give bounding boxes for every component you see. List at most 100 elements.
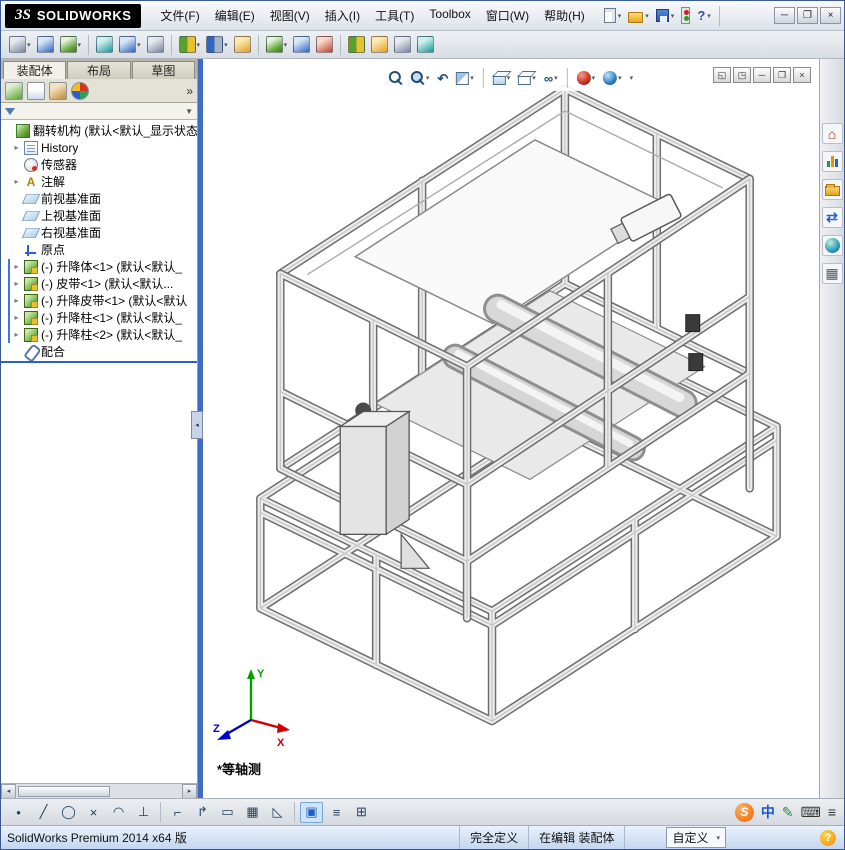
tree-item-origin[interactable]: 原点 <box>1 241 197 258</box>
display-style-button[interactable]: ▾ <box>516 67 538 89</box>
mate-button[interactable] <box>35 34 56 56</box>
splitter-collapse-button[interactable] <box>191 411 203 439</box>
doc-minimize-button[interactable]: ─ <box>753 67 771 83</box>
view-orientation-button[interactable]: ▾ <box>491 67 513 89</box>
ime-menu-icon[interactable]: ≡ <box>828 804 836 820</box>
explode-line-sketch-button[interactable] <box>314 34 335 56</box>
trim-tool[interactable]: × <box>82 802 105 823</box>
filter-dropdown-icon[interactable]: ▼ <box>185 107 193 116</box>
tab-overflow-chevrons[interactable]: » <box>186 84 193 98</box>
tab-assembly[interactable]: 装配体 <box>3 61 67 79</box>
apply-scene-button[interactable]: ▾ <box>601 67 624 89</box>
tree-item-component-lift-body-1[interactable]: (-) 升降体<1> (默认<默认_ <box>1 258 197 275</box>
scroll-left-button[interactable]: ◂ <box>1 783 16 799</box>
new-motion-study-button[interactable] <box>232 34 253 56</box>
expand-arrow-icon[interactable] <box>12 296 21 305</box>
tree-item-mates[interactable]: 配合 <box>1 343 197 360</box>
tile-window-button[interactable]: ◱ <box>713 67 731 83</box>
expand-arrow-icon[interactable] <box>12 313 21 322</box>
expand-arrow-icon[interactable] <box>12 143 21 152</box>
dimxpert-tab-icon[interactable] <box>71 81 89 100</box>
zoom-to-fit-button[interactable] <box>387 67 405 89</box>
save-button[interactable]: ▾ <box>654 5 677 27</box>
solidworks-forum-button[interactable] <box>821 151 843 172</box>
tree-item-history[interactable]: History <box>1 139 197 156</box>
filter-funnel-icon[interactable] <box>5 107 15 115</box>
close-button[interactable]: × <box>820 7 841 24</box>
grid-tool[interactable]: ▦ <box>241 802 264 823</box>
expand-arrow-icon[interactable] <box>12 177 21 186</box>
tree-item-component-lift-column-1[interactable]: (-) 升降柱<1> (默认<默认_ <box>1 309 197 326</box>
angle-tool[interactable]: ◺ <box>266 802 289 823</box>
perpendicular-tool[interactable]: ⊥ <box>132 802 155 823</box>
doc-close-button[interactable]: × <box>793 67 811 83</box>
reference-geometry-button[interactable]: ▾ <box>204 34 230 56</box>
panel-horizontal-scrollbar[interactable]: ◂ ▸ <box>1 783 197 799</box>
view-settings-button[interactable]: ▾ <box>628 67 636 89</box>
handwriting-icon[interactable]: ✎ <box>782 804 794 821</box>
custom-dropdown[interactable]: 自定义 ▾ <box>666 827 726 848</box>
rollback-bar[interactable] <box>1 361 197 363</box>
line-tool[interactable]: ╱ <box>32 802 55 823</box>
tree-item-component-lift-belt-1[interactable]: (-) 升降皮带<1> (默认<默认 <box>1 292 197 309</box>
menu-insert[interactable]: 插入(I) <box>318 3 367 28</box>
ime-language-toggle[interactable]: 中 <box>761 802 775 822</box>
show-hidden-components-button[interactable] <box>145 34 166 56</box>
scroll-right-button[interactable]: ▸ <box>182 783 197 799</box>
open-button[interactable]: ▾ <box>626 5 651 27</box>
hide-show-items-button[interactable]: ∞ ▾ <box>542 67 560 89</box>
custom-properties-button[interactable]: ▦ <box>821 263 843 284</box>
previous-view-button[interactable]: ↶ <box>435 67 450 89</box>
tree-item-component-lift-column-2[interactable]: (-) 升降柱<2> (默认<默认_ <box>1 326 197 343</box>
graphics-viewport[interactable]: ▾ ↶ ▾ ▾ ▾ ∞ ▾ ▾ ▾ ▾ ◱ ◳ ─ ❐ × Y X Z *等轴测 <box>203 59 819 798</box>
smart-fasteners-button[interactable] <box>94 34 115 56</box>
normal-to-tool[interactable]: ▣ <box>300 801 323 823</box>
exploded-view-button[interactable] <box>291 34 312 56</box>
move-component-button[interactable]: ▾ <box>117 34 143 56</box>
quick-tips-help-icon[interactable]: ? <box>820 829 836 846</box>
restore-button[interactable]: ❐ <box>797 7 818 24</box>
menu-help[interactable]: 帮助(H) <box>537 3 592 28</box>
large-assembly-mode-button[interactable] <box>415 34 436 56</box>
menu-file[interactable]: 文件(F) <box>153 3 206 28</box>
tree-item-component-belt-1[interactable]: (-) 皮带<1> (默认<默认... <box>1 275 197 292</box>
rebuild-button[interactable] <box>679 5 692 27</box>
zoom-to-area-button[interactable]: ▾ <box>409 67 432 89</box>
tree-item-front-plane[interactable]: 前视基准面 <box>1 190 197 207</box>
instant-3d-button[interactable] <box>369 34 390 56</box>
external-references-button[interactable] <box>392 34 413 56</box>
edit-appearance-button[interactable]: ▾ <box>575 67 598 89</box>
add-view-tool[interactable]: ⊞ <box>350 802 373 823</box>
section-view-button[interactable]: ▾ <box>454 67 476 89</box>
assembly-model[interactable] <box>203 59 819 798</box>
menu-view[interactable]: 视图(V) <box>263 3 317 28</box>
insert-components-button[interactable]: ▾ <box>7 34 33 56</box>
mirror-tool[interactable]: ↱ <box>191 802 214 823</box>
design-library-button[interactable] <box>821 179 843 200</box>
expand-arrow-icon[interactable] <box>12 279 21 288</box>
menu-toolbox[interactable]: Toolbox <box>422 3 477 28</box>
help-button[interactable]: ? ▾ <box>695 5 712 27</box>
tab-sketch[interactable]: 草图 <box>131 61 195 79</box>
assembly-features-button[interactable]: ▾ <box>177 34 203 56</box>
new-document-button[interactable]: ▾ <box>602 5 624 27</box>
tree-item-top-plane[interactable]: 上视基准面 <box>1 207 197 224</box>
arc-tool[interactable]: ◠ <box>107 802 130 823</box>
feature-tree-tab-icon[interactable] <box>5 81 23 100</box>
linear-component-pattern-button[interactable]: ▾ <box>58 34 84 56</box>
list-tool[interactable]: ≡ <box>325 802 348 823</box>
doc-restore-button[interactable]: ❐ <box>773 67 791 83</box>
expand-arrow-icon[interactable] <box>12 330 21 339</box>
offset-tool[interactable]: ⌐ <box>166 802 189 823</box>
solidworks-resources-button[interactable]: ⌂ <box>821 123 843 144</box>
property-manager-tab-icon[interactable] <box>27 81 45 100</box>
menu-tools[interactable]: 工具(T) <box>368 3 421 28</box>
sketch-point-tool[interactable]: • <box>7 802 30 823</box>
configuration-manager-tab-icon[interactable] <box>49 81 67 100</box>
tab-layout[interactable]: 布局 <box>67 61 131 79</box>
keyboard-icon[interactable]: ⌨ <box>801 804 821 821</box>
sogou-logo-icon[interactable]: S <box>734 802 754 822</box>
menu-edit[interactable]: 编辑(E) <box>208 3 262 28</box>
appearances-scenes-button[interactable] <box>821 235 843 256</box>
tree-item-flip-mechanism[interactable]: 翻转机构 (默认<默认_显示状态 <box>1 122 197 139</box>
